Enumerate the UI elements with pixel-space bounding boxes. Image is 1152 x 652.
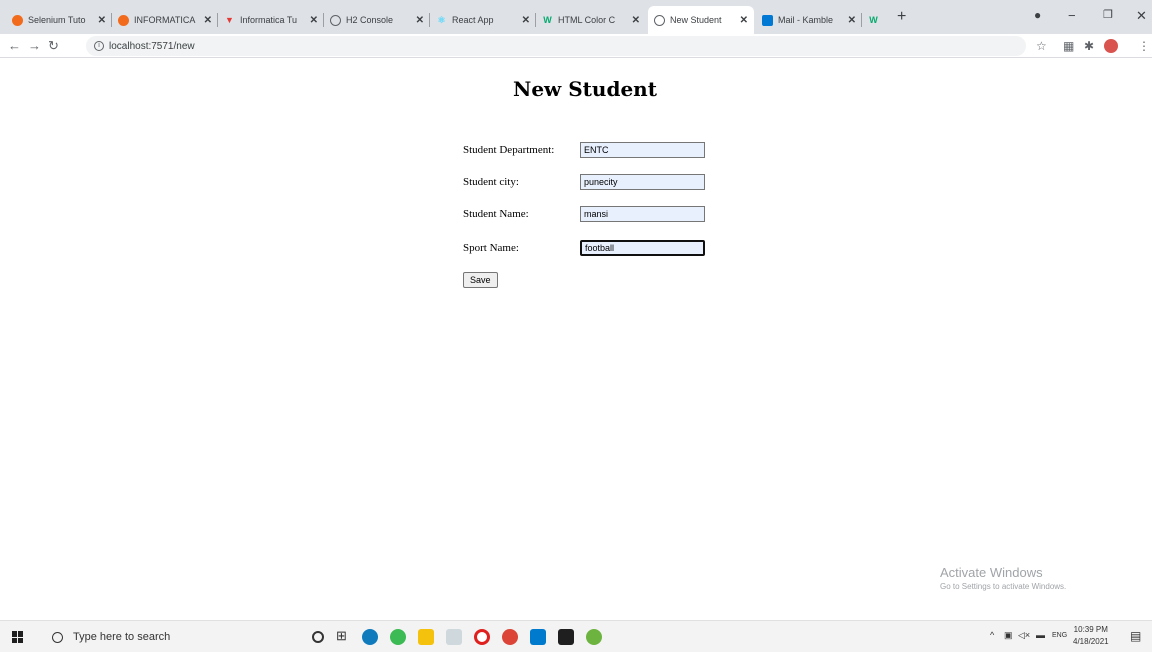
notepad-icon[interactable] xyxy=(446,629,462,645)
tab-title: Selenium Tuto xyxy=(28,15,86,25)
back-arrow-icon[interactable]: ← xyxy=(8,38,21,54)
tab-selenium[interactable]: Selenium Tuto ✕ xyxy=(6,6,112,34)
terminal-icon[interactable] xyxy=(558,629,574,645)
maximize-button[interactable]: ❐ xyxy=(1103,8,1113,21)
star-icon[interactable]: ☆ xyxy=(1036,39,1047,53)
taskbar: Type here to search ⊞ ^ ▣ ◁× ▬ ENG 10:39… xyxy=(0,620,1152,652)
browser-toolbar: ← → ↻ i localhost:7571/new ☆ ▦ ✱ ⋮ xyxy=(0,34,1152,58)
tab-title: Mail - Kamble xyxy=(778,15,834,25)
watermark-title: Activate Windows xyxy=(940,565,1043,580)
page-content: New Student Student Department: Student … xyxy=(0,59,1152,613)
close-icon[interactable]: ✕ xyxy=(848,15,856,26)
tab-informatica[interactable]: INFORMATICA ✕ xyxy=(112,6,218,34)
tab-h2-console[interactable]: H2 Console ✕ xyxy=(324,6,430,34)
save-button[interactable]: Save xyxy=(463,272,498,288)
watermark-subtitle: Go to Settings to activate Windows. xyxy=(940,582,1067,591)
sport-row: Sport Name: xyxy=(463,239,705,257)
name-label: Student Name: xyxy=(463,208,529,220)
tab-html-color[interactable]: W HTML Color C ✕ xyxy=(536,6,646,34)
close-icon[interactable]: ✕ xyxy=(632,15,640,26)
close-icon[interactable]: ✕ xyxy=(522,15,530,26)
info-icon[interactable]: i xyxy=(94,41,104,51)
sport-label: Sport Name: xyxy=(463,242,519,254)
page-title: New Student xyxy=(513,77,657,101)
tab-title: Informatica Tu xyxy=(240,15,298,25)
address-bar[interactable]: i localhost:7571/new xyxy=(86,36,1026,56)
v-icon: ▼ xyxy=(225,14,234,25)
store-icon[interactable] xyxy=(390,629,406,645)
department-label: Student Department: xyxy=(463,144,555,156)
react-icon: ⚛ xyxy=(437,14,446,25)
tab-title: HTML Color C xyxy=(558,15,616,25)
close-icon[interactable]: ✕ xyxy=(740,15,748,26)
vscode-icon[interactable] xyxy=(530,629,546,645)
tab-react-app[interactable]: ⚛ React App ✕ xyxy=(430,6,536,34)
department-row: Student Department: xyxy=(463,141,705,159)
menu-icon[interactable]: ⋮ xyxy=(1138,39,1150,53)
name-row: Student Name: xyxy=(463,205,705,223)
profile-icon[interactable]: ● xyxy=(1034,8,1041,22)
tab-informatica-tutorial[interactable]: ▼ Informatica Tu ✕ xyxy=(218,6,324,34)
url-text: localhost:7571/new xyxy=(109,40,195,52)
reload-icon[interactable]: ↻ xyxy=(48,38,59,54)
search-placeholder: Type here to search xyxy=(73,631,171,643)
tab-title: H2 Console xyxy=(346,15,394,25)
notifications-icon[interactable]: ▤ xyxy=(1130,629,1141,643)
close-icon[interactable]: ✕ xyxy=(416,15,424,26)
close-icon[interactable]: ✕ xyxy=(310,15,318,26)
close-icon[interactable]: ✕ xyxy=(98,15,106,26)
close-icon[interactable]: ✕ xyxy=(204,15,212,26)
globe-icon xyxy=(330,14,341,26)
informatica-icon xyxy=(118,14,129,26)
clock[interactable]: 10:39 PM 4/18/2021 xyxy=(1073,624,1109,648)
outlook-icon xyxy=(762,14,773,26)
language-indicator[interactable]: ENG xyxy=(1052,632,1067,639)
forward-arrow-icon[interactable]: → xyxy=(28,38,41,54)
chevron-up-icon[interactable]: ^ xyxy=(990,630,994,640)
search-icon xyxy=(52,631,63,643)
department-input[interactable] xyxy=(580,142,705,158)
minimize-button[interactable]: − xyxy=(1068,8,1076,23)
city-input[interactable] xyxy=(580,174,705,190)
taskbar-search[interactable]: Type here to search xyxy=(38,625,300,649)
tab-mail[interactable]: Mail - Kamble ✕ xyxy=(756,6,862,34)
city-row: Student city: xyxy=(463,173,705,191)
edge-icon[interactable] xyxy=(362,629,378,645)
browser-tab-strip: Selenium Tuto ✕ INFORMATICA ✕ ▼ Informat… xyxy=(0,0,1152,34)
w3schools-icon: W xyxy=(543,14,552,25)
spring-tool-icon[interactable] xyxy=(586,629,602,645)
clock-time: 10:39 PM xyxy=(1073,625,1108,634)
new-tab-button[interactable]: + xyxy=(897,9,906,25)
tab-new-student[interactable]: New Student ✕ xyxy=(648,6,754,34)
activate-windows-watermark: Activate Windows Go to Settings to activ… xyxy=(940,565,1066,591)
globe-icon xyxy=(654,14,665,26)
close-window-button[interactable]: ✕ xyxy=(1136,8,1147,24)
opera-icon[interactable] xyxy=(474,629,490,645)
tab-title: New Student xyxy=(670,15,722,25)
task-view-icon[interactable]: ⊞ xyxy=(336,628,352,644)
chrome-icon[interactable] xyxy=(502,629,518,645)
reading-list-icon[interactable]: ▦ xyxy=(1063,39,1074,53)
sport-input[interactable] xyxy=(580,240,705,256)
battery-icon[interactable]: ▬ xyxy=(1036,630,1045,640)
selenium-icon xyxy=(12,14,23,26)
tab-title: React App xyxy=(452,15,494,25)
city-label: Student city: xyxy=(463,176,519,188)
tab-title: INFORMATICA xyxy=(134,15,196,25)
windows-start-icon[interactable] xyxy=(12,631,24,643)
avatar[interactable] xyxy=(1104,39,1118,53)
name-input[interactable] xyxy=(580,206,705,222)
file-explorer-icon[interactable] xyxy=(418,629,434,645)
cortana-icon[interactable] xyxy=(312,631,324,643)
network-icon[interactable]: ▣ xyxy=(1004,630,1013,641)
extensions-icon[interactable]: ✱ xyxy=(1084,39,1094,53)
clock-date: 4/18/2021 xyxy=(1073,637,1109,646)
volume-icon[interactable]: ◁× xyxy=(1018,630,1030,641)
